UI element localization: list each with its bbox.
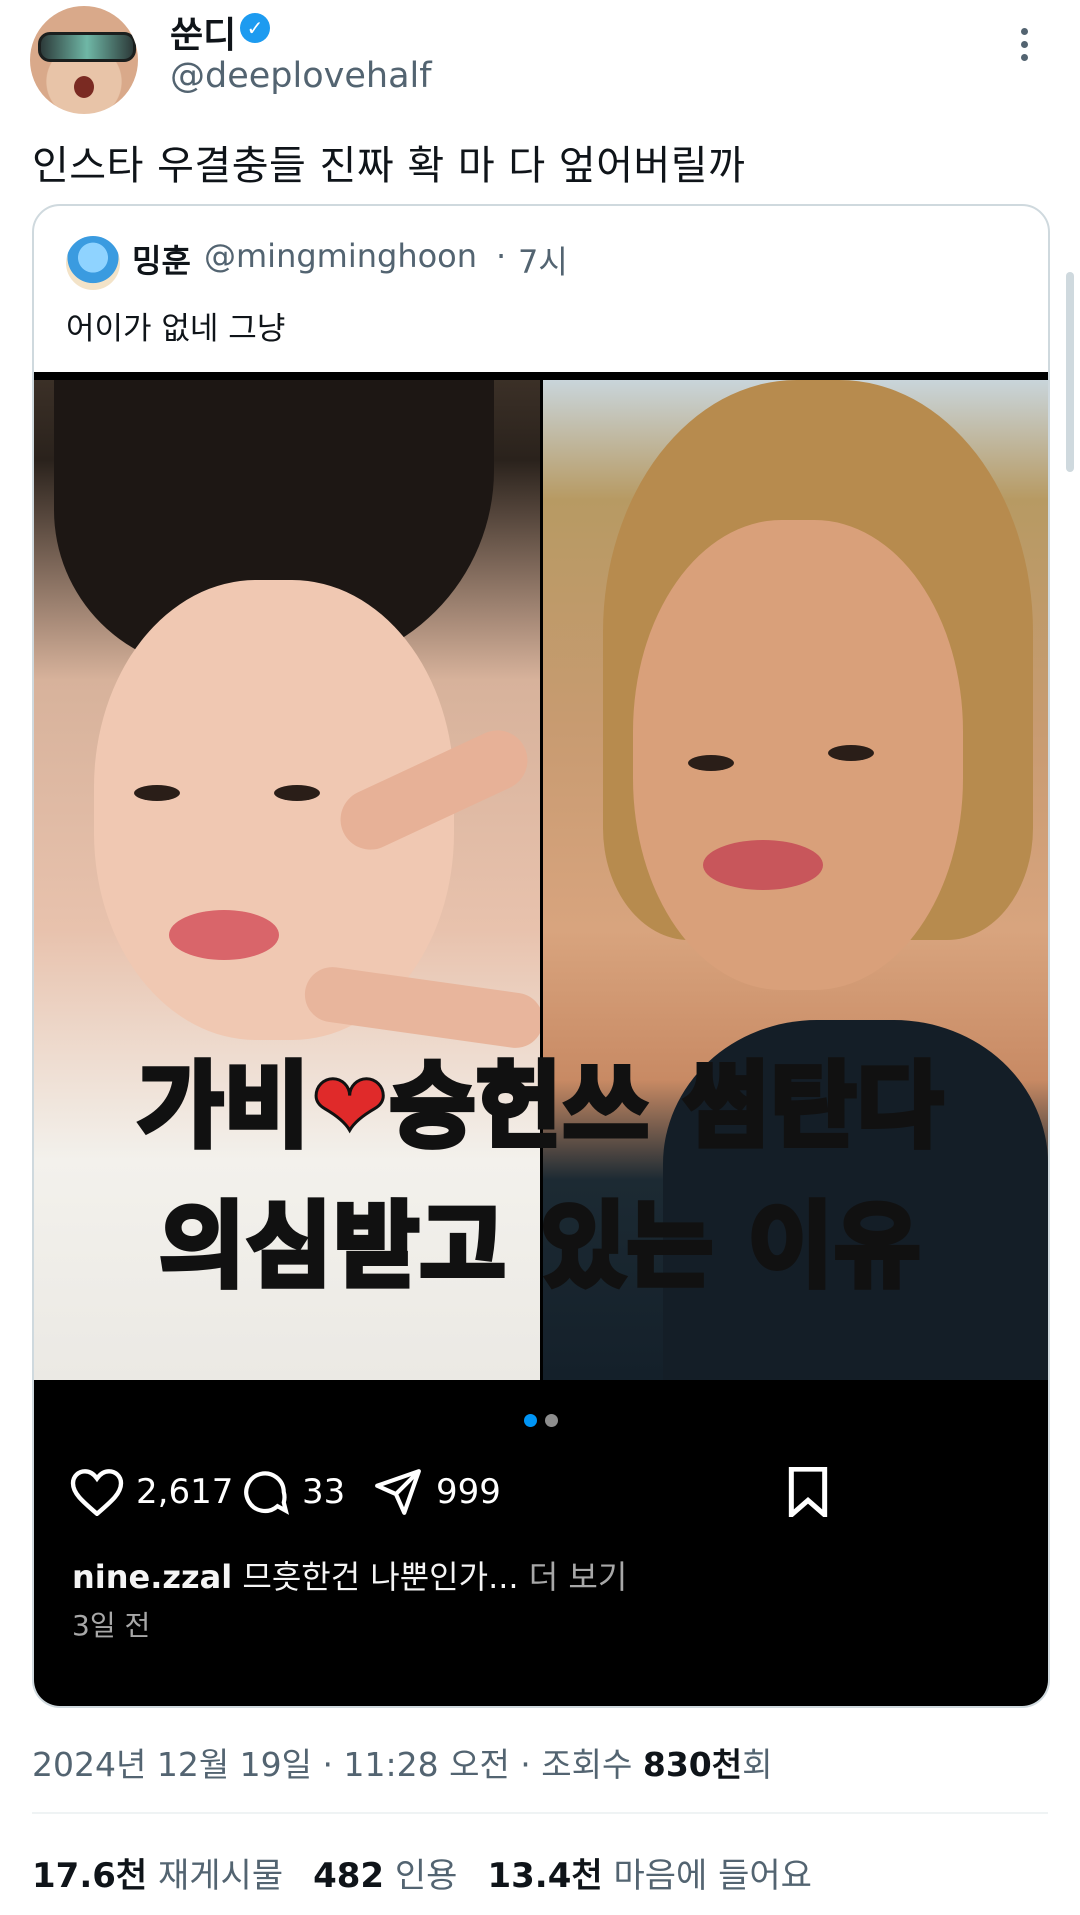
reposts-value: 17.6천 (32, 1856, 148, 1896)
ig-comment-button[interactable]: 33 (240, 1462, 345, 1522)
author-handle[interactable]: @deeplovehalf (170, 56, 432, 96)
quotes-value: 482 (313, 1856, 385, 1896)
reposts-stat[interactable]: 17.6천 재게시물 (32, 1848, 283, 1897)
ig-caption: nine.zzal 므흣한건 나뿐인가... 더 보기 (72, 1552, 627, 1598)
author-display-name[interactable]: 쑨디 (170, 6, 236, 58)
quote-time: 7시 (518, 243, 568, 281)
quoted-tweet[interactable]: 밍훈 @mingminghoon · 7시 어이가 없네 그냥 가비❤승헌쓰 썸… (32, 204, 1050, 1708)
caption-text: 승헌쓰 썸탄다 (387, 1050, 945, 1163)
photo-eye (828, 745, 874, 761)
carousel-dot[interactable] (545, 1414, 558, 1427)
heart-outline-icon (70, 1469, 124, 1516)
ig-save-button[interactable] (786, 1462, 842, 1522)
tweet-meta: 2024년 12월 19일 · 11:28 오전 · 조회수 830천회 (32, 1738, 772, 1786)
more-options-icon[interactable] (1012, 28, 1036, 68)
bookmark-icon (788, 1467, 828, 1517)
ig-post-date: 3일 전 (72, 1609, 151, 1642)
caption-text: 가비 (135, 1050, 312, 1163)
send-icon (375, 1469, 421, 1515)
quote-media[interactable]: 가비❤승헌쓰 썸탄다 의심받고 있는 이유 2,617 33 999 nine.… (34, 372, 1048, 1706)
tweet-views-suffix: 회 (742, 1745, 773, 1784)
photo-lips (703, 840, 823, 890)
instagram-action-row: 2,617 33 999 (70, 1462, 1020, 1522)
reposts-label: 재게시물 (157, 1856, 284, 1896)
ig-caption-more-link[interactable]: 더 보기 (529, 1558, 628, 1596)
photo-eye (134, 785, 180, 801)
tweet-text: 인스타 우결충들 진짜 확 마 다 엎어버릴까 (32, 143, 746, 189)
photo-eye (274, 785, 320, 801)
quotes-label: 인용 (394, 1856, 458, 1896)
author-avatar[interactable] (30, 6, 138, 114)
avatar-mouth (74, 76, 94, 98)
quotes-stat[interactable]: 482 인용 (313, 1848, 457, 1897)
scrollbar[interactable] (1066, 272, 1074, 472)
likes-value: 13.4천 (487, 1856, 603, 1896)
quote-author-handle: @mingminghoon (204, 237, 478, 275)
ig-comment-count: 33 (302, 1472, 346, 1512)
ig-share-button[interactable]: 999 (372, 1462, 501, 1522)
quote-author-avatar (66, 236, 120, 290)
photo-eye (688, 755, 734, 771)
likes-label: 마음에 들어요 (613, 1856, 812, 1896)
media-caption-line2: 의심받고 있는 이유 (157, 1190, 922, 1303)
likes-stat[interactable]: 13.4천 마음에 들어요 (487, 1848, 811, 1897)
tweet-timestamp[interactable]: 2024년 12월 19일 · 11:28 오전 · 조회수 (32, 1745, 632, 1784)
carousel-dot-active[interactable] (524, 1414, 537, 1427)
ig-like-count: 2,617 (136, 1472, 234, 1512)
heart-icon: ❤ (310, 1052, 391, 1162)
carousel-indicator (524, 1412, 566, 1431)
divider (32, 1812, 1048, 1814)
comment-bubble-icon (244, 1471, 290, 1515)
tweet-stats: 17.6천 재게시물 482 인용 13.4천 마음에 들어요 (32, 1848, 812, 1897)
quote-text: 어이가 없네 그냥 (66, 311, 286, 347)
photo-face (633, 520, 963, 990)
verified-badge-icon: ✓ (240, 13, 270, 43)
ig-like-button[interactable]: 2,617 (70, 1462, 233, 1522)
ig-caption-text: 므흣한건 나뿐인가... (242, 1558, 519, 1596)
photo-lips (169, 910, 279, 960)
quote-separator: · (496, 237, 507, 275)
quote-author-name: 밍훈 (132, 242, 191, 280)
avatar-visor (38, 32, 136, 62)
ig-share-count: 999 (436, 1472, 501, 1512)
ig-caption-user[interactable]: nine.zzal (72, 1558, 232, 1596)
tweet-views-value: 830천 (642, 1745, 743, 1784)
media-caption-line1: 가비❤승헌쓰 썸탄다 (34, 1032, 1048, 1165)
